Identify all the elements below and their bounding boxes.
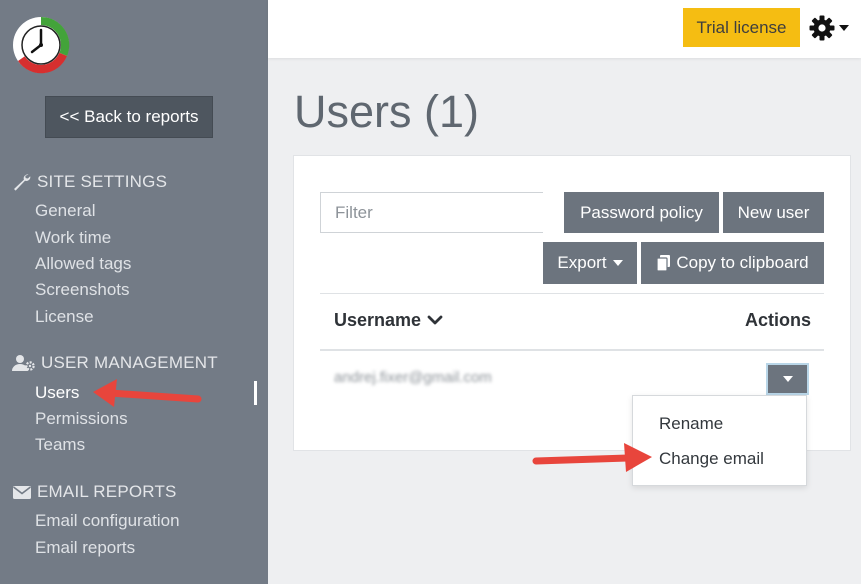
menu-item-change-email[interactable]: Change email bbox=[659, 449, 764, 469]
caret-down-icon bbox=[782, 376, 793, 382]
back-to-reports-button[interactable]: << Back to reports bbox=[45, 96, 213, 138]
password-policy-button[interactable]: Password policy bbox=[564, 192, 719, 233]
column-header-actions: Actions bbox=[745, 310, 812, 330]
sidebar-item-general[interactable]: General bbox=[35, 201, 95, 221]
section-title: EMAIL REPORTS bbox=[37, 482, 177, 501]
column-header-username[interactable]: Username bbox=[334, 310, 443, 331]
section-title: SITE SETTINGS bbox=[37, 172, 168, 191]
section-title: USER MANAGEMENT bbox=[41, 353, 218, 372]
section-site-settings: SITE SETTINGS bbox=[12, 172, 167, 192]
annotation-arrow-users bbox=[93, 379, 202, 407]
table-header-border bbox=[320, 349, 824, 351]
menu-item-rename[interactable]: Rename bbox=[659, 414, 723, 434]
section-email-reports: EMAIL REPORTS bbox=[12, 482, 177, 502]
sidebar-item-license[interactable]: License bbox=[35, 307, 94, 327]
table-top-border bbox=[320, 293, 824, 294]
sort-chevron-down-icon bbox=[427, 315, 443, 325]
section-user-management: USER MANAGEMENT bbox=[12, 353, 218, 373]
active-indicator bbox=[254, 381, 257, 405]
copy-label: Copy to clipboard bbox=[676, 253, 809, 272]
annotation-arrow-change-email bbox=[532, 443, 652, 472]
sidebar-item-screenshots[interactable]: Screenshots bbox=[35, 280, 130, 300]
sidebar-item-allowed-tags[interactable]: Allowed tags bbox=[35, 254, 131, 274]
gear-icon bbox=[809, 15, 835, 41]
page-title: Users (1) bbox=[294, 86, 480, 137]
column-header-label: Username bbox=[334, 310, 422, 330]
caret-down-icon bbox=[612, 260, 623, 266]
new-user-button[interactable]: New user bbox=[723, 192, 824, 233]
sidebar-item-users[interactable]: Users bbox=[35, 383, 79, 403]
row-actions-dropdown-button[interactable] bbox=[766, 363, 809, 395]
actions-dropdown-menu: Rename Change email bbox=[632, 395, 807, 486]
table-cell-username: andrej.fixer@gmail.com bbox=[334, 369, 492, 386]
sidebar: << Back to reports SITE SETTINGS General… bbox=[0, 0, 268, 584]
wrench-icon bbox=[14, 174, 31, 191]
envelope-icon bbox=[13, 486, 31, 499]
sidebar-item-teams[interactable]: Teams bbox=[35, 435, 85, 455]
user-gear-icon bbox=[12, 355, 35, 371]
export-label: Export bbox=[557, 253, 607, 272]
copy-to-clipboard-button[interactable]: Copy to clipboard bbox=[641, 242, 824, 284]
caret-down-icon bbox=[839, 25, 849, 31]
filter-input[interactable] bbox=[320, 192, 543, 233]
clock-logo-icon[interactable] bbox=[12, 16, 70, 74]
copy-icon bbox=[656, 255, 671, 272]
sidebar-item-email-configuration[interactable]: Email configuration bbox=[35, 511, 180, 531]
trial-license-button[interactable]: Trial license bbox=[683, 8, 800, 47]
sidebar-item-work-time[interactable]: Work time bbox=[35, 228, 111, 248]
sidebar-item-email-reports[interactable]: Email reports bbox=[35, 538, 135, 558]
export-button[interactable]: Export bbox=[543, 242, 637, 284]
settings-menu-button[interactable] bbox=[808, 14, 854, 42]
